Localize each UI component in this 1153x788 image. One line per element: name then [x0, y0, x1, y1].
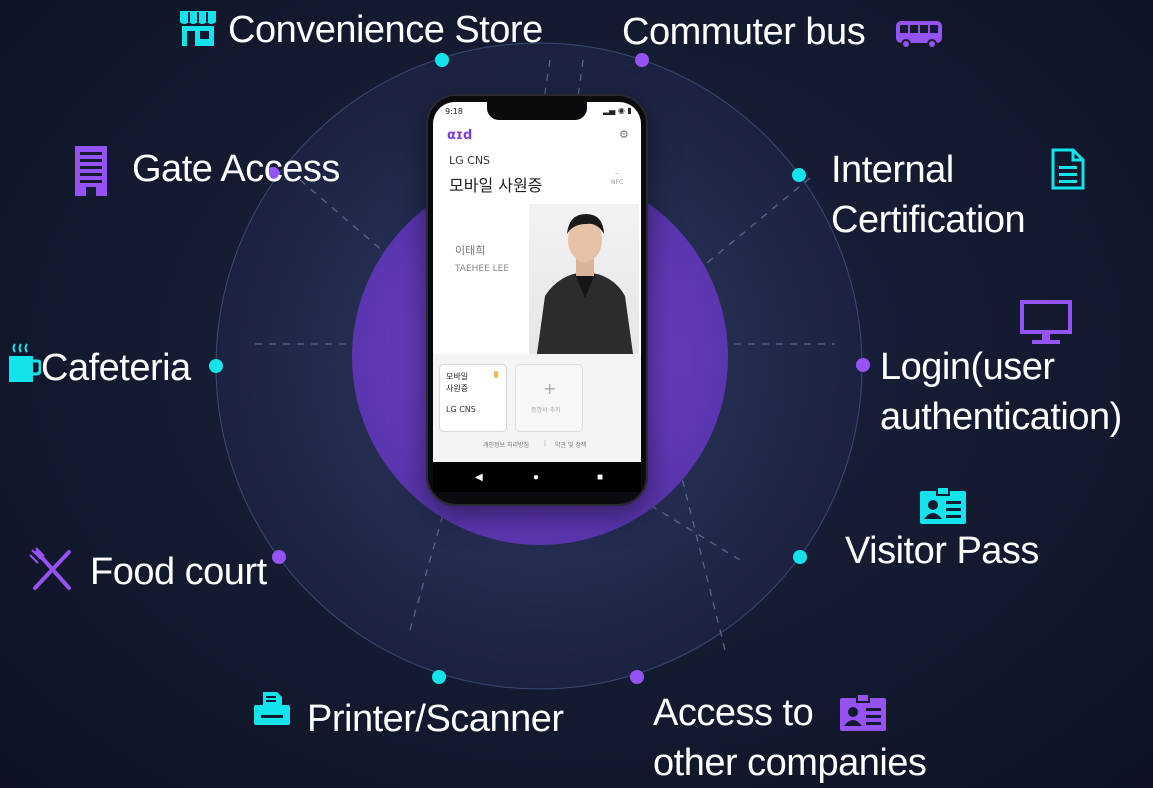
label-login: Login(user authentication)	[880, 342, 1122, 442]
mini-employee-card[interactable]: 모바일 사원증 LG CNS	[439, 364, 507, 432]
status-time: 9:18	[445, 107, 463, 116]
settings-gear-icon[interactable]: ⚙	[619, 128, 629, 141]
building-icon	[75, 146, 107, 196]
dot-login	[856, 358, 870, 372]
label-access-other-line2: other companies	[653, 742, 927, 784]
dot-printer-scanner	[432, 670, 446, 684]
status-icons: ▂▄ ◉ ▮	[603, 106, 632, 115]
id-card-icon	[840, 694, 886, 731]
service-diagram: 9:18 ▂▄ ◉ ▮ αɪd ⚙ LG CNS 모바일 사원증 ⌔ NFC 이태…	[0, 0, 1153, 788]
label-commuter-bus: Commuter bus	[622, 11, 866, 53]
label-gate-access: Gate Access	[132, 148, 340, 190]
footer-terms-link[interactable]: 약관 및 정책	[555, 440, 586, 449]
label-printer-scanner: Printer/Scanner	[307, 698, 564, 740]
label-food-court: Food court	[90, 551, 267, 593]
label-cafeteria: Cafeteria	[41, 347, 191, 389]
employee-photo	[529, 204, 639, 354]
utensils-icon	[29, 547, 71, 590]
mini-card-chip-icon	[494, 371, 498, 378]
nav-recent-icon[interactable]: ■	[597, 472, 603, 483]
employee-name-korean: 이태희	[455, 244, 486, 257]
employee-name-english: TAEHEE LEE	[455, 264, 510, 274]
app-logo: αɪd	[447, 128, 473, 143]
label-internal-certification-line2: Certification	[831, 199, 1026, 241]
nfc-wave-icon: ⌔	[614, 172, 620, 179]
mini-card-title-line2: 사원증	[446, 384, 469, 393]
footer-privacy-link[interactable]: 개인정보 처리방침	[483, 440, 529, 449]
dot-visitor-pass	[793, 550, 807, 564]
bus-icon	[896, 21, 942, 49]
id-card-icon	[920, 487, 966, 524]
add-card-button[interactable]: + 증명서 추가	[515, 364, 583, 432]
plus-icon: +	[543, 379, 557, 398]
label-internal-certification-line1: Internal	[831, 149, 954, 191]
nfc-label: NFC	[611, 179, 624, 186]
mini-card-title-line1: 모바일	[446, 372, 469, 381]
label-login-line2: authentication)	[880, 396, 1122, 438]
nav-back-icon[interactable]: ◀	[475, 472, 483, 483]
dot-convenience-store	[435, 53, 449, 67]
mini-card-company: LG CNS	[446, 405, 476, 414]
coffee-cup-icon	[9, 343, 41, 382]
label-visitor-pass: Visitor Pass	[845, 530, 1039, 572]
footer-separator: |	[544, 440, 547, 447]
store-icon	[180, 11, 216, 46]
phone-notch	[487, 102, 587, 120]
nav-home-icon[interactable]: ●	[533, 472, 539, 483]
android-nav-bar: ◀ ● ■	[433, 462, 641, 492]
card-title: 모바일 사원증	[449, 176, 543, 195]
label-convenience-store: Convenience Store	[228, 9, 543, 51]
company-name: LG CNS	[449, 154, 491, 167]
nfc-badge: ⌔ NFC	[611, 172, 623, 186]
label-internal-certification: Internal Certification	[831, 145, 1026, 245]
dot-food-court	[272, 550, 286, 564]
label-login-line1: Login(user	[880, 346, 1055, 388]
add-card-label: 증명서 추가	[531, 407, 561, 414]
printer-icon	[254, 692, 290, 725]
dot-access-other	[630, 670, 644, 684]
dot-cafeteria	[209, 359, 223, 373]
phone-mockup: 9:18 ▂▄ ◉ ▮ αɪd ⚙ LG CNS 모바일 사원증 ⌔ NFC 이태…	[426, 94, 648, 506]
phone-screen: 9:18 ▂▄ ◉ ▮ αɪd ⚙ LG CNS 모바일 사원증 ⌔ NFC 이태…	[433, 102, 641, 462]
dot-internal-certification	[792, 168, 806, 182]
monitor-icon	[1020, 300, 1072, 344]
document-icon	[1051, 148, 1085, 190]
